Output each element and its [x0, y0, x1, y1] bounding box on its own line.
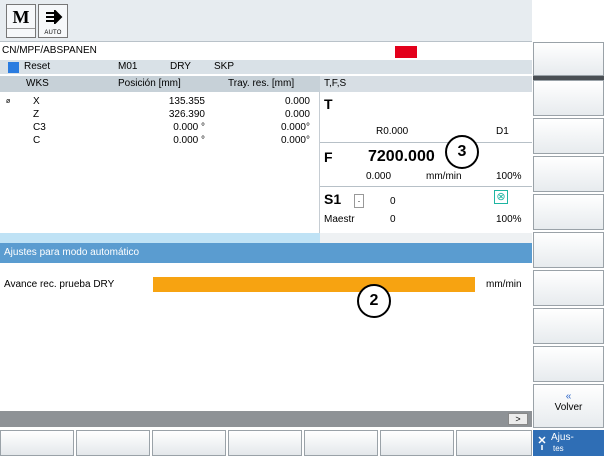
position-table-footer — [0, 233, 320, 243]
horizontal-softkey-7[interactable] — [456, 430, 532, 456]
ajustes-softkey[interactable]: Ajus- tes — [533, 430, 604, 456]
vertical-softkey-1[interactable] — [533, 42, 604, 76]
dry-run-feed-label: Avance rec. prueba DRY — [4, 279, 115, 290]
tool-label: T — [324, 96, 333, 112]
axis-position: 135.355 — [168, 96, 205, 107]
machine-area-button[interactable]: M — [6, 4, 36, 38]
tool-radius: R0.000 — [376, 126, 409, 137]
arrow-right-icon — [46, 10, 63, 24]
axis-distance: 0.000 — [284, 96, 310, 107]
feed-actual: 0.000 — [366, 171, 392, 182]
top-icon-bar: M AUTO — [0, 0, 532, 42]
callout-3: 3 — [445, 135, 479, 169]
axis-name: X — [33, 96, 40, 107]
settings-tool-icon — [538, 436, 546, 450]
auto-mode-label: AUTO — [44, 30, 62, 36]
spindle-speed: 0 — [390, 196, 396, 207]
axis-distance: 0.000° — [280, 122, 310, 133]
vertical-softkey-7[interactable] — [533, 270, 604, 306]
callout-2: 2 — [357, 284, 391, 318]
settings-title-bar: Ajustes para modo automático — [0, 243, 532, 263]
scroll-right-button[interactable]: > — [508, 413, 528, 425]
active-axis-icon: ø — [6, 98, 11, 105]
vertical-softkey-5[interactable] — [533, 194, 604, 230]
auto-mode-button[interactable]: AUTO — [38, 4, 68, 38]
program-path: CN/MPF/ABSPANEN — [0, 42, 532, 60]
spindle-label: S1 — [324, 191, 342, 207]
horizontal-softkey-2[interactable] — [76, 430, 150, 456]
table-row: C3 0.000 ° 0.000° — [0, 122, 320, 134]
vertical-softkey-6[interactable] — [533, 232, 604, 268]
axis-name: C3 — [33, 122, 46, 133]
table-row: C 0.000 ° 0.000° — [0, 135, 320, 147]
axis-distance: 0.000 — [284, 109, 310, 120]
axis-position: 0.000 ° — [173, 122, 205, 133]
position-table-header: WKS Posición [mm] Tray. res. [mm] — [0, 76, 320, 92]
wks-title: WKS — [26, 78, 49, 89]
divider — [320, 186, 532, 187]
axis-distance: 0.000° — [280, 135, 310, 146]
position-table: WKS Posición [mm] Tray. res. [mm] ø X 13… — [0, 76, 320, 233]
vertical-softkey-3[interactable] — [533, 118, 604, 154]
dry-run-feed-input[interactable] — [153, 277, 475, 292]
feed-unit: mm/min — [426, 171, 462, 182]
feed-label: F — [324, 149, 333, 165]
machine-m-icon: M — [7, 7, 35, 29]
reset-status: Reset — [24, 61, 51, 72]
back-chevron-icon: « — [565, 391, 572, 402]
spindle-override: 100% — [496, 214, 522, 225]
table-row: Z 326.390 0.000 — [0, 109, 320, 121]
volver-button[interactable]: « Volver — [533, 384, 604, 428]
vertical-softkey-4[interactable] — [533, 156, 604, 192]
status-strip — [0, 411, 532, 427]
axis-name: C — [33, 135, 41, 146]
axis-position: 326.390 — [168, 109, 205, 120]
spindle-state-icon: ⊗ — [494, 190, 508, 204]
axis-name: Z — [33, 109, 40, 120]
table-row: ø X 135.355 0.000 — [0, 96, 320, 108]
feed-setpoint: 7200.000 — [368, 148, 435, 165]
horizontal-softkey-1[interactable] — [0, 430, 74, 456]
spindle-dir-dropdown[interactable]: · — [354, 194, 364, 208]
vertical-softkey-9[interactable] — [533, 346, 604, 382]
axis-position: 0.000 ° — [173, 135, 205, 146]
master-spindle-value: 0 — [390, 214, 396, 225]
tfs-panel: T,F,S T R0.000 D1 F 7200.000 0.000 mm/mi… — [320, 76, 532, 233]
horizontal-softkey-3[interactable] — [152, 430, 226, 456]
dry-run-feed-unit: mm/min — [486, 279, 522, 290]
channel-status-row: Reset M01 DRY SKP — [0, 60, 532, 74]
alarm-indicator[interactable] — [395, 46, 417, 58]
horizontal-softkey-6[interactable] — [380, 430, 454, 456]
ajustes-label: Ajus- — [551, 432, 574, 443]
vertical-softkey-8[interactable] — [533, 308, 604, 344]
tfs-header: T,F,S — [320, 76, 532, 92]
m01-status: M01 — [118, 61, 138, 72]
settings-panel: Avance rec. prueba DRY mm/min — [0, 263, 532, 411]
vertical-softkey-2[interactable] — [533, 80, 604, 116]
volver-label: Volver — [554, 402, 583, 413]
col-distance-to-go: Tray. res. [mm] — [228, 78, 295, 89]
skp-status: SKP — [214, 61, 235, 72]
horizontal-softkey-4[interactable] — [228, 430, 302, 456]
tfs-footer — [320, 233, 532, 243]
horizontal-softkey-5[interactable] — [304, 430, 378, 456]
col-position: Posición [mm] — [118, 78, 181, 89]
divider — [320, 142, 532, 143]
ajustes-label-2: tes — [553, 444, 564, 453]
master-spindle-label: Maestr — [324, 214, 355, 225]
reset-icon — [8, 62, 19, 73]
feed-override: 100% — [496, 171, 522, 182]
tool-d-number: D1 — [496, 126, 509, 137]
dry-status: DRY — [170, 61, 191, 72]
